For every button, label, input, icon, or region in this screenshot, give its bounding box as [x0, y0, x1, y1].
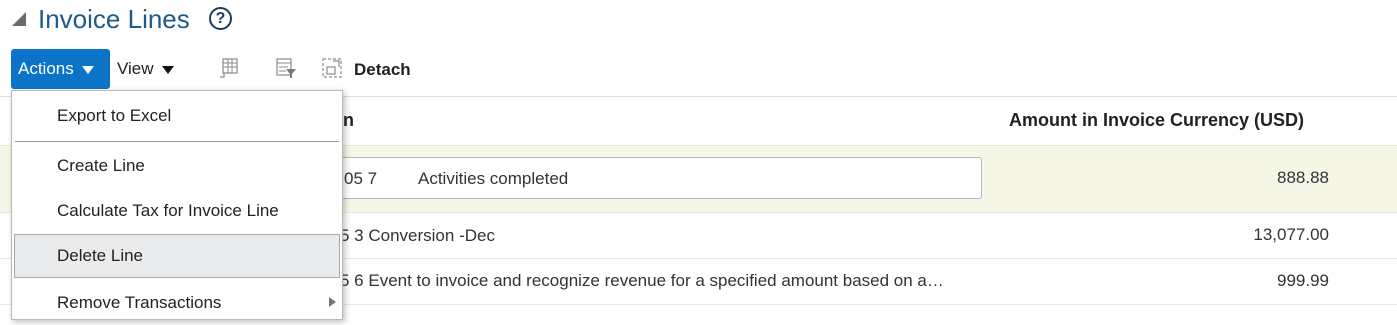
menu-item-delete-line[interactable]: Delete Line: [14, 234, 340, 278]
section-title: Invoice Lines: [38, 4, 190, 34]
menu-item-calculate-tax[interactable]: Calculate Tax for Invoice Line: [12, 189, 342, 233]
row-1-description: Activities completed: [418, 169, 569, 188]
view-label: View: [117, 59, 154, 78]
detach-icon[interactable]: [321, 57, 343, 79]
actions-menu-button[interactable]: Actions: [11, 49, 110, 89]
menu-item-label: Remove Transactions: [57, 293, 222, 312]
row-1-amount: 888.88: [1277, 168, 1329, 187]
chevron-down-icon: [161, 65, 174, 74]
actions-dropdown-menu: Export to Excel Create Line Calculate Ta…: [11, 90, 343, 320]
menu-item-create-line[interactable]: Create Line: [12, 144, 342, 188]
menu-item-label: Delete Line: [57, 246, 144, 265]
chevron-down-icon: [81, 65, 94, 74]
column-header-description[interactable]: n: [343, 108, 354, 132]
menu-separator: [15, 141, 339, 142]
menu-item-label: Calculate Tax for Invoice Line: [57, 201, 279, 220]
detach-button[interactable]: Detach: [354, 59, 411, 81]
view-menu-button[interactable]: View: [117, 58, 174, 80]
help-icon[interactable]: ?: [209, 7, 232, 30]
description-input[interactable]: [310, 157, 982, 199]
query-by-example-icon[interactable]: [275, 57, 297, 79]
submenu-arrow-icon: [329, 297, 336, 307]
row-3-description: 5 6 Event to invoice and recognize reven…: [340, 271, 944, 290]
row-1-description-prefix: 05 7: [344, 169, 378, 188]
menu-item-label: Create Line: [57, 156, 145, 175]
row-2-description: 5 3 Conversion -Dec: [340, 226, 495, 245]
row-3-amount: 999.99: [1277, 271, 1329, 290]
menu-item-label: Export to Excel: [57, 106, 172, 125]
freeze-columns-icon[interactable]: [218, 57, 240, 79]
actions-label: Actions: [18, 59, 74, 78]
collapse-section-icon[interactable]: [12, 12, 26, 26]
row-2-amount: 13,077.00: [1253, 225, 1329, 244]
menu-item-export-to-excel[interactable]: Export to Excel: [12, 94, 342, 138]
column-header-amount[interactable]: Amount in Invoice Currency (USD): [1009, 108, 1304, 132]
menu-item-remove-transactions[interactable]: Remove Transactions: [12, 281, 342, 325]
